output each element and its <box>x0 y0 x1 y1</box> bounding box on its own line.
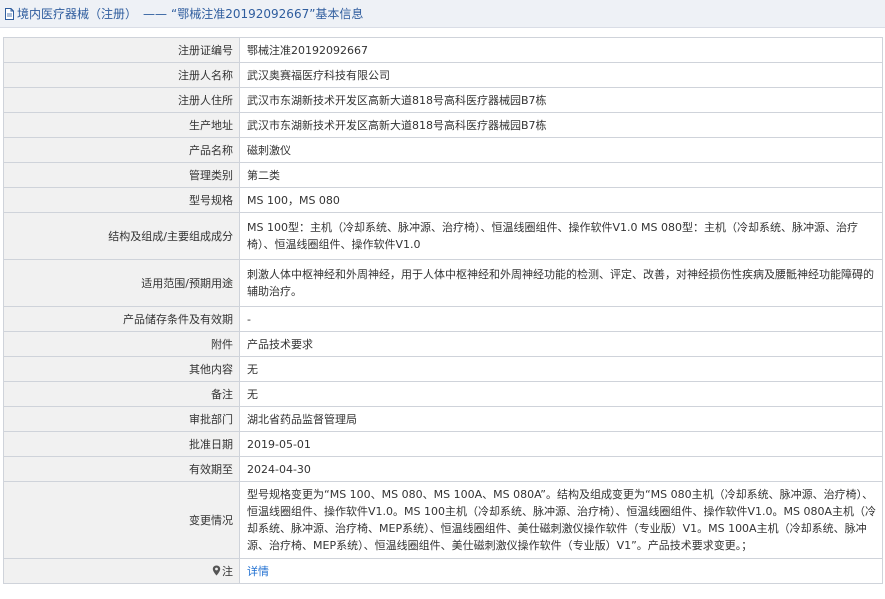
row-valid-until: 有效期至 2024-04-30 <box>3 456 883 482</box>
row-product-name: 产品名称 磁刺激仪 <box>3 137 883 163</box>
row-other-content: 其他内容 无 <box>3 356 883 382</box>
field-label: 注册证编号 <box>3 37 240 63</box>
row-intended-use: 适用范围/预期用途 刺激人体中枢神经和外周神经，用于人体中枢神经和外周神经功能的… <box>3 259 883 307</box>
field-value: 湖北省药品监督管理局 <box>239 406 883 432</box>
field-value: 武汉市东湖新技术开发区高新大道818号高科医疗器械园B7栋 <box>239 87 883 113</box>
field-label: 结构及组成/主要组成成分 <box>3 212 240 260</box>
header-title: “鄂械注准20192092667”基本信息 <box>171 7 364 21</box>
header-separator: —— <box>143 6 168 21</box>
row-attachment: 附件 产品技术要求 <box>3 331 883 357</box>
field-label: 变更情况 <box>3 481 240 559</box>
row-structure-composition: 结构及组成/主要组成成分 MS 100型：主机（冷却系统、脉冲源、治疗椅）、恒温… <box>3 212 883 260</box>
field-value: 型号规格变更为“MS 100、MS 080、MS 100A、MS 080A”。结… <box>239 481 883 559</box>
row-registrant-address: 注册人住所 武汉市东湖新技术开发区高新大道818号高科医疗器械园B7栋 <box>3 87 883 113</box>
note-label: 注 <box>222 564 233 578</box>
field-label: 产品名称 <box>3 137 240 163</box>
field-label: 其他内容 <box>3 356 240 382</box>
field-value: 2019-05-01 <box>239 431 883 457</box>
details-link[interactable]: 详情 <box>247 565 269 578</box>
field-label: 管理类别 <box>3 162 240 188</box>
info-table-container: 注册证编号 鄂械注准20192092667 注册人名称 武汉奥赛福医疗科技有限公… <box>3 37 883 584</box>
info-table: 注册证编号 鄂械注准20192092667 注册人名称 武汉奥赛福医疗科技有限公… <box>3 37 883 584</box>
field-value: 鄂械注准20192092667 <box>239 37 883 63</box>
page-header: 境内医疗器械（注册） —— “鄂械注准20192092667”基本信息 <box>0 0 885 28</box>
row-management-category: 管理类别 第二类 <box>3 162 883 188</box>
field-label: 备注 <box>3 381 240 407</box>
field-value: 武汉奥赛福医疗科技有限公司 <box>239 62 883 88</box>
field-value: 武汉市东湖新技术开发区高新大道818号高科医疗器械园B7栋 <box>239 112 883 138</box>
row-remarks: 备注 无 <box>3 381 883 407</box>
field-value: MS 100，MS 080 <box>239 187 883 213</box>
field-label: 生产地址 <box>3 112 240 138</box>
row-note: 注 详情 <box>3 558 883 584</box>
row-registration-number: 注册证编号 鄂械注准20192092667 <box>3 37 883 63</box>
field-value: MS 100型：主机（冷却系统、脉冲源、治疗椅）、恒温线圈组件、操作软件V1.0… <box>239 212 883 260</box>
field-value: 无 <box>239 356 883 382</box>
row-registrant-name: 注册人名称 武汉奥赛福医疗科技有限公司 <box>3 62 883 88</box>
field-value: 第二类 <box>239 162 883 188</box>
field-value: 产品技术要求 <box>239 331 883 357</box>
field-label: 附件 <box>3 331 240 357</box>
field-label: 审批部门 <box>3 406 240 432</box>
row-model-spec: 型号规格 MS 100，MS 080 <box>3 187 883 213</box>
field-label: 注册人名称 <box>3 62 240 88</box>
field-label: 注册人住所 <box>3 87 240 113</box>
header-category: 境内医疗器械（注册） <box>17 7 138 21</box>
field-value: - <box>239 306 883 332</box>
field-value: 磁刺激仪 <box>239 137 883 163</box>
row-approval-department: 审批部门 湖北省药品监督管理局 <box>3 406 883 432</box>
map-pin-icon <box>212 564 221 575</box>
row-change-history: 变更情况 型号规格变更为“MS 100、MS 080、MS 100A、MS 08… <box>3 481 883 559</box>
row-production-address: 生产地址 武汉市东湖新技术开发区高新大道818号高科医疗器械园B7栋 <box>3 112 883 138</box>
note-value-cell: 详情 <box>239 558 883 584</box>
field-label: 型号规格 <box>3 187 240 213</box>
document-icon <box>4 7 15 20</box>
row-storage-validity: 产品储存条件及有效期 - <box>3 306 883 332</box>
note-label-cell: 注 <box>3 558 240 584</box>
field-label: 适用范围/预期用途 <box>3 259 240 307</box>
field-value: 2024-04-30 <box>239 456 883 482</box>
field-label: 有效期至 <box>3 456 240 482</box>
field-label: 产品储存条件及有效期 <box>3 306 240 332</box>
field-value: 刺激人体中枢神经和外周神经，用于人体中枢神经和外周神经功能的检测、评定、改善，对… <box>239 259 883 307</box>
row-approval-date: 批准日期 2019-05-01 <box>3 431 883 457</box>
field-label: 批准日期 <box>3 431 240 457</box>
field-value: 无 <box>239 381 883 407</box>
